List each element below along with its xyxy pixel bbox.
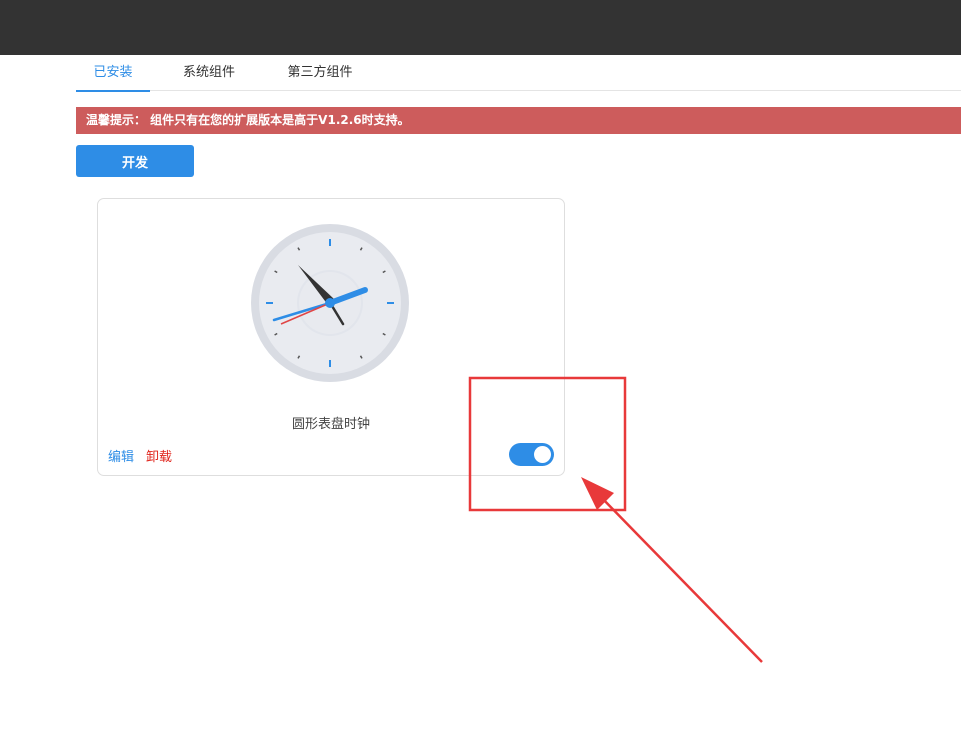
pointer-arrow-head	[581, 477, 614, 510]
tab-installed-label: 已安装	[93, 65, 133, 80]
clock-icon	[250, 223, 410, 383]
tab-third-party-components[interactable]: 第三方组件	[272, 55, 368, 91]
pointer-arrow-line	[597, 493, 763, 663]
top-bar	[0, 0, 961, 55]
tab-installed[interactable]: 已安装	[76, 55, 150, 92]
tab-system-components[interactable]: 系统组件	[168, 55, 250, 91]
edit-link[interactable]: 编辑	[108, 446, 134, 465]
enable-toggle[interactable]	[509, 443, 554, 466]
develop-button[interactable]: 开发	[76, 145, 194, 177]
notice-banner: 温馨提示： 组件只有在您的扩展版本是高于V1.2.6时支持。	[76, 107, 961, 134]
tab-third-party-components-label: 第三方组件	[287, 65, 353, 80]
tab-bar: 已安装 系统组件 第三方组件	[76, 55, 961, 92]
component-card: 圆形表盘时钟 编辑 卸载	[97, 198, 565, 476]
uninstall-link[interactable]: 卸载	[146, 446, 172, 465]
tab-system-components-label: 系统组件	[182, 65, 235, 80]
active-tab-indicator	[76, 90, 150, 92]
notice-text: 温馨提示： 组件只有在您的扩展版本是高于V1.2.6时支持。	[86, 113, 410, 127]
component-name: 圆形表盘时钟	[291, 417, 370, 432]
toggle-knob	[534, 446, 551, 463]
